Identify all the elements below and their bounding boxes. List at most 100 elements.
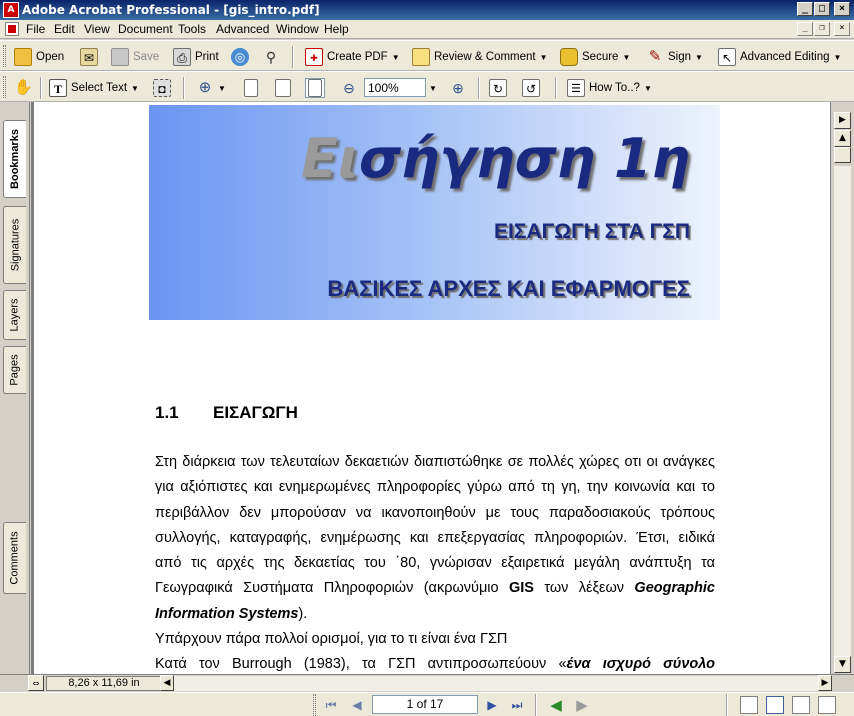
continuous-facing-view-icon[interactable]	[818, 696, 836, 714]
zoom-out-button[interactable]: ⊖	[340, 78, 358, 98]
text-line: για αξιόπιστες και ενημερωμένες πληροφορ…	[155, 479, 715, 496]
how-to-button[interactable]: ☰ How To..? ▼	[567, 78, 652, 98]
first-page-button[interactable]: ⏮	[322, 697, 340, 713]
scroll-track[interactable]	[174, 676, 818, 691]
print-button[interactable]: ⎙ Print	[173, 47, 219, 67]
doc-restore-button[interactable]: ❐	[814, 22, 830, 36]
menu-file[interactable]: File	[26, 22, 45, 36]
separator	[555, 77, 557, 99]
rotate-ccw-button[interactable]: ↺	[522, 78, 540, 98]
menu-document[interactable]: Document	[118, 22, 173, 36]
tab-pages[interactable]: Pages	[3, 346, 26, 394]
fit-page-button[interactable]	[275, 78, 291, 98]
text-run-bold: GIS	[508, 580, 534, 597]
menu-tools[interactable]: Tools	[178, 22, 206, 36]
chevron-down-icon[interactable]: ▼	[131, 84, 139, 93]
chevron-down-icon[interactable]: ▼	[644, 84, 652, 93]
search-button[interactable]: ⚲	[262, 47, 280, 67]
email-button[interactable]: ✉	[80, 47, 98, 67]
tab-layers[interactable]: Layers	[3, 290, 26, 340]
text-run: των λέξεων	[544, 580, 625, 597]
scroll-thumb[interactable]	[834, 147, 851, 163]
toolbar-grip[interactable]	[313, 694, 316, 716]
maximize-button[interactable]: □	[814, 2, 830, 16]
chevron-down-icon[interactable]: ▼	[540, 53, 548, 62]
rotate-icon: ↻	[489, 79, 507, 97]
minimize-button[interactable]: _	[797, 2, 813, 16]
save-label: Save	[133, 51, 160, 63]
tools-toolbar: ✋ T Select Text ▼ ◘ ⊕ ▼ ⊖ 100% ▼ ⊕ ↻ ↺ ☰…	[0, 71, 854, 102]
scroll-right-button[interactable]: ▶	[818, 675, 832, 691]
go-forward-button[interactable]: ▶	[573, 697, 591, 713]
chevron-down-icon[interactable]: ▼	[834, 53, 842, 62]
print-label: Print	[195, 51, 219, 63]
zoom-input[interactable]: 100%	[364, 78, 426, 97]
menu-advanced[interactable]: Advanced	[216, 22, 269, 36]
zoom-tool-button[interactable]: ⊕ ▼	[196, 78, 226, 98]
scroll-up-button[interactable]: ▲	[834, 130, 851, 147]
previous-page-button[interactable]: ◀	[348, 697, 366, 713]
tab-comments[interactable]: Comments	[3, 522, 26, 594]
chevron-down-icon[interactable]: ▼	[218, 84, 226, 93]
chevron-down-icon[interactable]: ▼	[695, 53, 703, 62]
advanced-editing-button[interactable]: ↖ Advanced Editing ▼	[718, 47, 841, 67]
last-page-button[interactable]: ⏭	[508, 697, 526, 713]
lecture-subtitle: ΕΙΣΑΓΩΓΗ ΣΤΑ ΓΣΠ	[494, 220, 690, 243]
comment-icon	[412, 48, 430, 66]
go-back-button[interactable]: ◀	[547, 697, 565, 713]
sign-button[interactable]: ✎ Sign ▼	[646, 47, 703, 67]
tab-signatures[interactable]: Signatures	[3, 206, 26, 284]
text-line: Στη διάρκεια των τελευταίων δεκαετιών δι…	[155, 454, 715, 470]
toolbar-grip[interactable]	[3, 45, 6, 67]
create-pdf-button[interactable]: ✚ Create PDF ▼	[305, 47, 400, 67]
save-button[interactable]: Save	[111, 47, 159, 67]
secure-button[interactable]: Secure ▼	[560, 47, 630, 67]
menu-bar: File Edit View Document Tools Advanced W…	[0, 20, 854, 39]
zoom-dropdown[interactable]: ▼	[429, 78, 437, 98]
separator	[40, 77, 42, 99]
continuous-view-icon[interactable]	[766, 696, 784, 714]
zoom-in-button[interactable]: ⊕	[449, 78, 467, 98]
file-toolbar: Open ✉ Save ⎙ Print ◎ ⚲ ✚ Create PDF ▼ R…	[0, 40, 854, 71]
text-run-bold-italic: ένα ισχυρό σύνολο	[566, 656, 715, 673]
tab-label: Layers	[9, 298, 21, 332]
hand-tool-button[interactable]: ✋	[14, 78, 33, 98]
chevron-down-icon[interactable]: ▼	[392, 53, 400, 62]
tab-label: Bookmarks	[9, 129, 22, 189]
menu-edit[interactable]: Edit	[54, 22, 75, 36]
scroll-down-button[interactable]: ▼	[834, 656, 851, 673]
review-comment-button[interactable]: Review & Comment ▼	[412, 47, 548, 67]
single-page-view-icon[interactable]	[740, 696, 758, 714]
web-button[interactable]: ◎	[231, 47, 249, 67]
doc-close-button[interactable]: ×	[834, 22, 850, 36]
menu-view[interactable]: View	[84, 22, 110, 36]
document-view[interactable]: Εισήγηση 1η ΕΙΣΑΓΩΓΗ ΣΤΑ ΓΣΠ ΒΑΣΙΚΕΣ ΑΡΧ…	[31, 102, 830, 674]
separator	[183, 77, 185, 99]
rotate-button[interactable]: ↻	[489, 78, 507, 98]
camera-icon: ◘	[153, 79, 171, 97]
fit-width-icon	[308, 79, 322, 97]
select-text-button[interactable]: T Select Text ▼	[49, 78, 139, 98]
close-button[interactable]: ×	[834, 2, 850, 16]
snapshot-button[interactable]: ◘	[153, 78, 171, 98]
doc-minimize-button[interactable]: _	[797, 22, 813, 36]
page-number-input[interactable]: 1 of 17	[372, 695, 478, 714]
next-page-button[interactable]: ▶	[483, 697, 501, 713]
menu-window[interactable]: Window	[276, 22, 319, 36]
actual-size-button[interactable]	[244, 78, 258, 98]
tab-bookmarks[interactable]: Bookmarks	[3, 120, 26, 198]
hand-icon: ✋	[14, 79, 33, 96]
next-page-arrow-icon[interactable]: ▶	[834, 112, 851, 129]
vertical-scrollbar[interactable]: ▶ ▲ ▼	[830, 102, 854, 674]
navigation-pane-tabs: Bookmarks Signatures Layers Pages Commen…	[0, 102, 30, 674]
fit-width-button[interactable]	[305, 78, 325, 98]
facing-view-icon[interactable]	[792, 696, 810, 714]
chevron-down-icon[interactable]: ▼	[622, 53, 630, 62]
text-run-bold-italic: Information Systems	[155, 605, 299, 622]
split-icon[interactable]: ⇔	[28, 675, 44, 691]
menu-help[interactable]: Help	[324, 22, 349, 36]
scroll-left-button[interactable]: ◀	[160, 675, 174, 691]
open-button[interactable]: Open	[14, 47, 64, 67]
scroll-track[interactable]	[834, 166, 851, 656]
toolbar-grip[interactable]	[3, 76, 6, 98]
